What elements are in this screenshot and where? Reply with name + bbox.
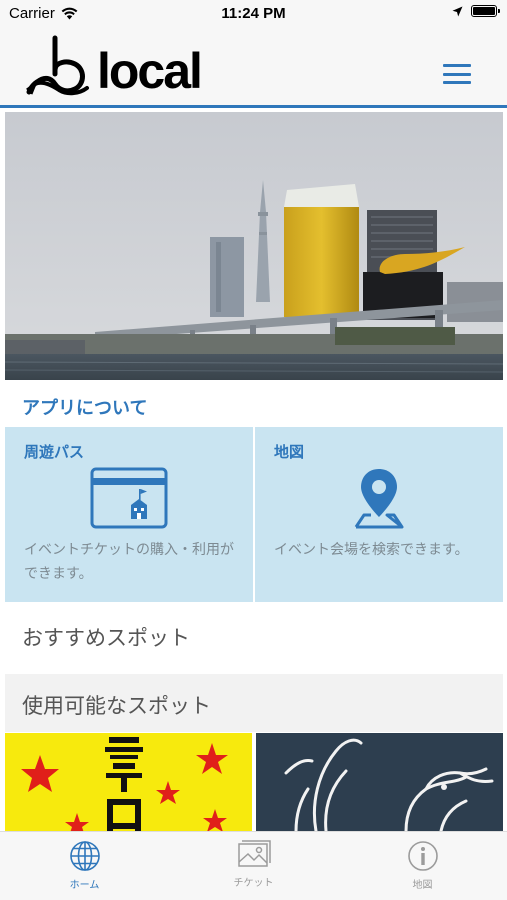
feature-card-description: イベントチケットの購入・利用ができます。 (24, 542, 234, 582)
tab-bar: ホーム チケット 地図 (0, 831, 507, 900)
feature-cards: 周遊パス イベントチケットの購入・利用ができます。 地図 イベント会場を検索でき… (5, 427, 503, 602)
image-icon (237, 840, 271, 867)
tab-label: 地図 (412, 880, 433, 891)
logo-text: local (97, 43, 203, 99)
recommended-spots-title: おすすめスポット (22, 626, 190, 650)
feature-card-title: 地図 (274, 443, 305, 461)
status-time: 11:24 PM (221, 5, 286, 22)
feature-card-description: イベント会場を検索できます。 (274, 542, 469, 558)
menu-bar-line (443, 64, 471, 67)
spot-thumbnail[interactable] (5, 733, 252, 831)
app-logo: local (25, 34, 203, 99)
globe-icon (69, 841, 100, 871)
tab-ticket[interactable]: チケット (169, 832, 338, 900)
location-arrow-icon (452, 6, 463, 16)
feature-card-pass[interactable]: 周遊パス イベントチケットの購入・利用ができます。 (5, 427, 253, 602)
status-right-group (452, 5, 500, 17)
spot-list (5, 733, 503, 831)
info-icon (407, 841, 438, 871)
feature-card-map[interactable]: 地図 イベント会場を検索できます。 (255, 427, 503, 602)
available-spots-header: 使用可能なスポット (5, 674, 503, 732)
spot-image-bird-illustration (256, 733, 503, 831)
ticket-pass-icon (90, 467, 168, 533)
map-pin-icon (348, 467, 410, 533)
tab-label: ホーム (69, 880, 100, 891)
menu-button[interactable] (443, 64, 471, 84)
battery-icon (471, 5, 500, 17)
feature-card-title: 周遊パス (24, 443, 85, 461)
tab-label: チケット (233, 878, 274, 889)
tokyo-skyline-photo (5, 112, 503, 380)
spot-image-poster (5, 733, 252, 831)
tab-home[interactable]: ホーム (0, 832, 169, 900)
hero-image (5, 112, 503, 380)
app-header: local (0, 28, 507, 108)
logo-mark-icon (26, 35, 89, 96)
available-spots-title: 使用可能なスポット (22, 694, 211, 718)
about-title[interactable]: アプリについて (22, 394, 147, 420)
spot-thumbnail[interactable] (256, 733, 503, 831)
status-bar: Carrier 11:24 PM (0, 0, 507, 28)
tab-map[interactable]: 地図 (338, 832, 507, 900)
menu-bar-line (443, 72, 471, 76)
menu-bar-line (443, 81, 471, 84)
